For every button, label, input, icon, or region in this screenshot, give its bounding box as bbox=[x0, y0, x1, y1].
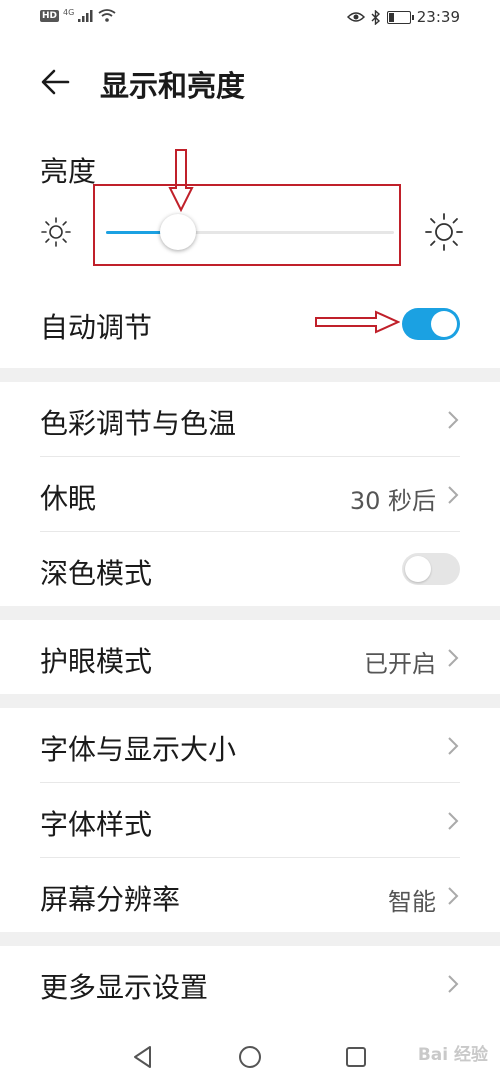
sleep-row[interactable]: 休眠 30 秒后 bbox=[0, 457, 500, 531]
back-triangle-icon[interactable] bbox=[128, 1042, 158, 1072]
more-settings-row[interactable]: 更多显示设置 bbox=[0, 946, 500, 1020]
status-left: HD 4G bbox=[40, 8, 116, 22]
wifi-icon bbox=[98, 9, 116, 22]
auto-adjust-row[interactable]: 自动调节 bbox=[0, 290, 500, 360]
chevron-right-icon bbox=[448, 649, 459, 667]
font-size-row[interactable]: 字体与显示大小 bbox=[0, 708, 500, 782]
brightness-slider[interactable] bbox=[106, 214, 394, 252]
eye-care-value: 已开启 bbox=[364, 650, 436, 678]
chevron-right-icon bbox=[448, 737, 459, 755]
back-arrow-icon bbox=[41, 69, 70, 95]
sun-large-icon bbox=[425, 213, 463, 251]
color-temp-label: 色彩调节与色温 bbox=[40, 407, 237, 440]
section-gap bbox=[0, 368, 500, 382]
header: 显示和亮度 bbox=[0, 48, 500, 118]
battery-icon bbox=[386, 10, 414, 24]
chevron-right-icon bbox=[448, 812, 459, 830]
eye-care-label: 护眼模式 bbox=[40, 645, 153, 678]
font-style-label: 字体样式 bbox=[40, 808, 153, 841]
chevron-right-icon bbox=[448, 486, 459, 504]
chevron-right-icon bbox=[448, 887, 459, 905]
section-gap bbox=[0, 606, 500, 620]
resolution-label: 屏幕分辨率 bbox=[40, 883, 181, 916]
auto-adjust-label: 自动调节 bbox=[40, 311, 153, 344]
battery-fill bbox=[388, 12, 395, 22]
status-bar: HD 4G 23:39 bbox=[0, 0, 500, 38]
back-button[interactable] bbox=[36, 62, 76, 102]
brightness-label: 亮度 bbox=[40, 155, 97, 188]
chevron-right-icon bbox=[448, 411, 459, 429]
network-type-badge: 4G bbox=[63, 8, 75, 17]
font-size-label: 字体与显示大小 bbox=[40, 733, 237, 766]
dark-mode-row[interactable]: 深色模式 bbox=[0, 532, 500, 606]
sleep-label: 休眠 bbox=[40, 482, 97, 515]
bluetooth-icon bbox=[371, 9, 380, 25]
auto-adjust-toggle[interactable] bbox=[402, 308, 460, 340]
more-settings-label: 更多显示设置 bbox=[40, 971, 209, 1004]
color-temp-row[interactable]: 色彩调节与色温 bbox=[0, 382, 500, 456]
status-time: 23:39 bbox=[416, 8, 460, 26]
dark-mode-label: 深色模式 bbox=[40, 557, 153, 590]
chevron-right-icon bbox=[448, 975, 459, 993]
annotation-arrow-down-icon bbox=[168, 149, 194, 212]
sleep-value: 30 秒后 bbox=[349, 487, 436, 515]
resolution-row[interactable]: 屏幕分辨率 智能 bbox=[0, 858, 500, 932]
signal-icon bbox=[78, 9, 93, 22]
dark-mode-toggle[interactable] bbox=[402, 553, 460, 585]
eye-icon bbox=[346, 12, 365, 22]
watermark: Bai 经验 bbox=[417, 1045, 488, 1065]
recents-square-icon[interactable] bbox=[341, 1042, 371, 1072]
slider-thumb[interactable] bbox=[160, 214, 196, 250]
hd-badge: HD bbox=[40, 9, 60, 22]
font-style-row[interactable]: 字体样式 bbox=[0, 783, 500, 857]
toggle-knob bbox=[405, 556, 431, 582]
section-gap bbox=[0, 932, 500, 946]
toggle-knob bbox=[431, 311, 457, 337]
status-right: 23:39 bbox=[346, 8, 460, 26]
page-title: 显示和亮度 bbox=[100, 69, 246, 103]
section-gap bbox=[0, 694, 500, 708]
sun-small-icon bbox=[41, 217, 71, 247]
home-circle-icon[interactable] bbox=[235, 1042, 265, 1072]
resolution-value: 智能 bbox=[388, 888, 436, 916]
eye-care-row[interactable]: 护眼模式 已开启 bbox=[0, 620, 500, 694]
